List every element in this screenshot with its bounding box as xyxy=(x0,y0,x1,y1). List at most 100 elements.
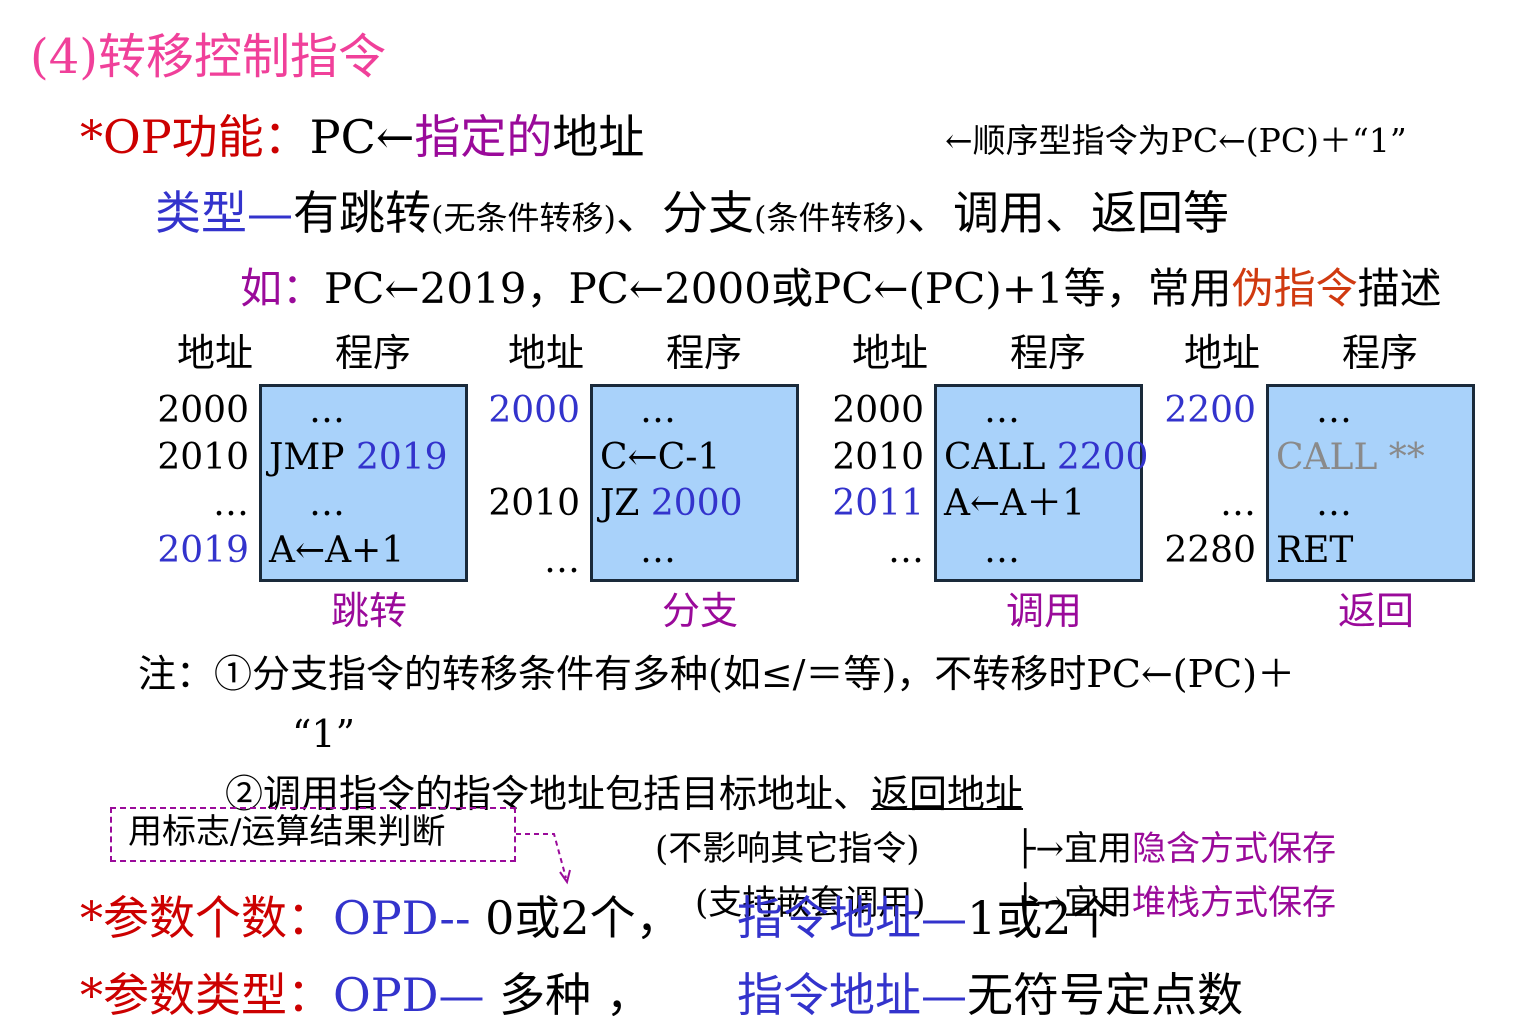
types-line: 类型—有跳转(无条件转移)、分支(条件转移)、调用、返回等 xyxy=(155,190,1229,236)
note-2-underlined: 返回地址 xyxy=(871,772,1024,816)
type-branch-note: (条件转移) xyxy=(753,199,907,237)
no-affect-note: (不影响其它指令) xyxy=(655,829,920,869)
instruction-text: … xyxy=(1316,483,1352,524)
instruction-text: RET xyxy=(1276,530,1354,571)
param-type-opd: OPD— xyxy=(333,968,485,1022)
address-cell: 2011 xyxy=(832,483,924,524)
param-count-opd-value: 0或2个， xyxy=(470,891,682,945)
implicit-method: 隐含方式保存 xyxy=(1131,829,1336,869)
instruction-operand: 2019 xyxy=(355,437,448,478)
instruction-cell: RET xyxy=(1276,533,1353,569)
type-jump-note: (无条件转移) xyxy=(431,199,616,237)
op-function-pc: PC← xyxy=(309,110,415,164)
instruction-cell: … xyxy=(984,533,1020,569)
example-highlight: 伪指令 xyxy=(1231,264,1358,313)
example-rest: 描述 xyxy=(1357,264,1442,313)
address-cell: 2280 xyxy=(1164,530,1256,571)
op-function-line: *OP功能：PC←指定的地址 xyxy=(80,114,644,160)
instruction-operand: 2000 xyxy=(650,483,743,524)
param-type-addr-line: 指令地址—无符号定点数 xyxy=(737,972,1243,1018)
instruction-text: … xyxy=(640,390,676,431)
instruction-text: A←A＋1 xyxy=(944,483,1086,524)
type-rest: 、调用、返回等 xyxy=(906,186,1229,240)
example-line: 如：PC←2019，PC←2000或PC←(PC)+1等，常用伪指令描述 xyxy=(240,268,1442,310)
example-label: 如： xyxy=(240,264,325,313)
param-count-addr-line: 指令地址—1或2个 xyxy=(737,895,1118,941)
instruction-cell: A←A＋1 xyxy=(944,486,1085,522)
address-cell: … xyxy=(888,530,924,571)
instruction-text: … xyxy=(309,390,345,431)
sequential-note: ←顺序型指令为PC←(PC)＋“1” xyxy=(945,121,1407,160)
block-label: 跳转 xyxy=(331,589,408,633)
param-type-addr-value: 无符号定点数 xyxy=(967,968,1243,1022)
address-cell: 2200 xyxy=(1164,390,1256,431)
instruction-cell: A←A+1 xyxy=(269,533,404,569)
block-label: 分支 xyxy=(662,589,739,633)
note-1-cont: “1” xyxy=(292,712,356,756)
instruction-text: A←A+1 xyxy=(269,530,405,571)
instruction-cell: … xyxy=(640,393,676,429)
instruction-text: C←C-1 xyxy=(600,437,721,478)
instruction-cell: … xyxy=(309,393,345,429)
instruction-cell: … xyxy=(1316,393,1352,429)
param-count-line: *参数个数：OPD-- 0或2个， xyxy=(80,895,682,941)
param-count-addr-value: 1或2个 xyxy=(967,891,1118,945)
instruction-text: CALL ** xyxy=(1276,437,1425,478)
address-header: 地址 xyxy=(1184,331,1261,375)
param-type-opd-value: 多种 ， xyxy=(484,968,652,1022)
stack-method: 堆栈方式保存 xyxy=(1131,883,1336,923)
param-count-label: *参数个数： xyxy=(80,891,333,945)
instruction-cell: CALL 2200 xyxy=(944,440,1148,476)
instruction-cell: JMP 2019 xyxy=(269,440,448,476)
instruction-text: … xyxy=(309,483,345,524)
address-header: 地址 xyxy=(508,331,585,375)
param-type-line: *参数类型：OPD— 多种 ， xyxy=(80,972,652,1018)
address-cell: … xyxy=(544,540,580,581)
instruction-cell: JZ 2000 xyxy=(600,486,743,522)
address-cell: 2000 xyxy=(832,390,924,431)
op-function-highlight: 指定的 xyxy=(414,110,553,164)
address-cell: 2010 xyxy=(832,437,924,478)
instruction-cell: … xyxy=(1316,486,1352,522)
types-label: 类型— xyxy=(155,186,293,240)
note-1: 注：①分支指令的转移条件有多种(如≤/＝等)，不转移时PC←(PC)＋ xyxy=(138,652,1296,696)
op-function-rest: 地址 xyxy=(552,110,645,164)
address-cell: 2000 xyxy=(488,390,580,431)
page-title: (4)转移控制指令 xyxy=(30,29,386,85)
param-type-addr: 指令地址— xyxy=(737,968,967,1022)
instruction-cell: … xyxy=(640,533,676,569)
block-label: 返回 xyxy=(1338,589,1415,633)
instruction-text: … xyxy=(984,390,1020,431)
type-branch: 、分支 xyxy=(615,186,754,240)
callout-arrow-icon xyxy=(516,833,571,885)
address-cell: 2010 xyxy=(488,483,580,524)
example-text: PC←2019，PC←2000或PC←(PC)+1等，常用 xyxy=(324,264,1232,313)
implicit-prefix: ├→宜用 xyxy=(1015,829,1132,869)
instruction-text: … xyxy=(984,530,1020,571)
instruction-text: … xyxy=(1316,390,1352,431)
address-cell: … xyxy=(1220,483,1256,524)
instruction-text: JMP xyxy=(269,437,356,478)
instruction-cell: CALL ** xyxy=(1276,440,1425,476)
program-header: 程序 xyxy=(1342,331,1419,375)
block-label: 调用 xyxy=(1006,589,1083,633)
address-cell: 2000 xyxy=(157,390,249,431)
instruction-operand: 2200 xyxy=(1056,437,1149,478)
implicit-note: ├→宜用隐含方式保存 xyxy=(1015,832,1336,866)
param-count-addr: 指令地址— xyxy=(737,891,967,945)
instruction-text: CALL xyxy=(944,437,1057,478)
address-header: 地址 xyxy=(177,331,254,375)
program-header: 程序 xyxy=(335,331,412,375)
instruction-text: JZ xyxy=(600,483,651,524)
address-cell: 2019 xyxy=(157,530,249,571)
instruction-text: … xyxy=(640,530,676,571)
program-header: 程序 xyxy=(1010,331,1087,375)
address-cell: 2010 xyxy=(157,437,249,478)
param-count-opd: OPD-- xyxy=(333,891,471,945)
type-jump: 有跳转 xyxy=(293,186,431,240)
callout-text: 用标志/运算结果判断 xyxy=(128,812,446,852)
address-header: 地址 xyxy=(852,331,929,375)
op-function-label: *OP功能： xyxy=(80,110,310,164)
instruction-cell: … xyxy=(984,393,1020,429)
program-header: 程序 xyxy=(666,331,743,375)
